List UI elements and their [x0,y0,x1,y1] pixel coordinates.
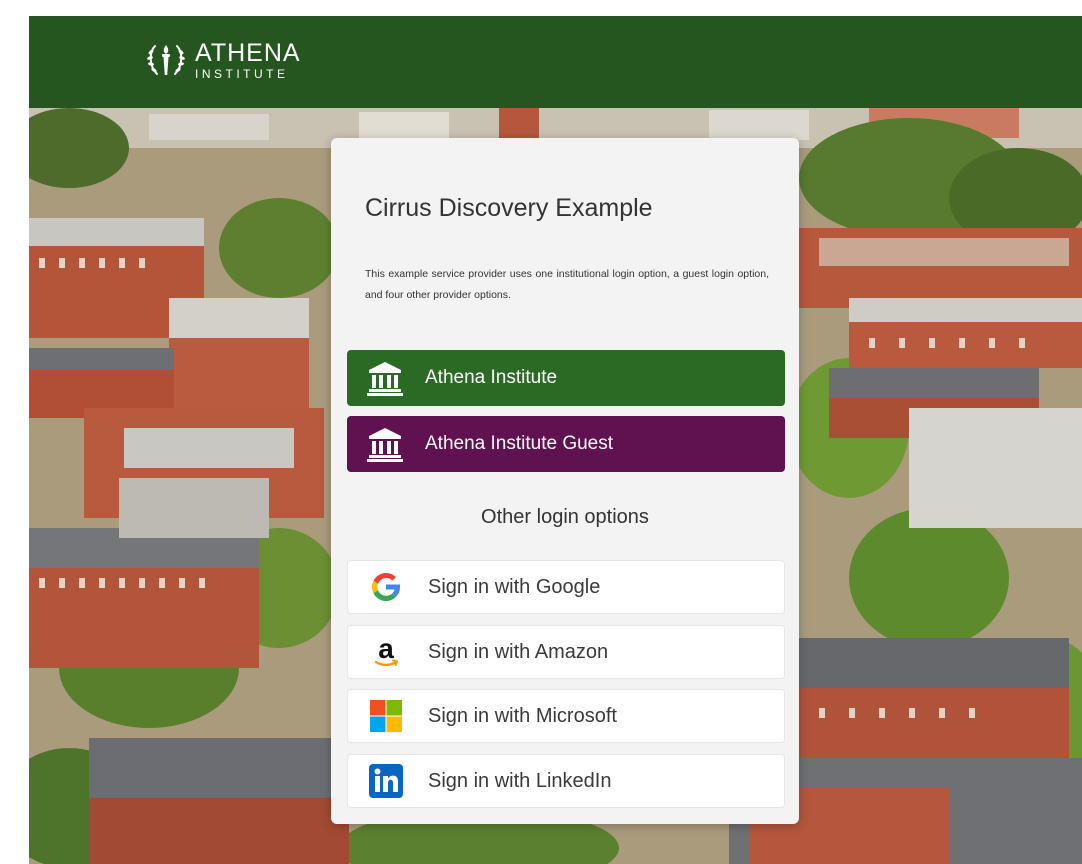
sign-in-amazon-button[interactable]: a Sign in with Amazon [347,625,785,679]
login-card: Cirrus Discovery Example This example se… [331,138,799,824]
google-icon [366,567,406,607]
sign-in-google-label: Sign in with Google [428,575,601,598]
athena-logo[interactable]: ATHENA INSTITUTE [145,36,301,84]
svg-text:a: a [378,634,394,664]
amazon-icon: a [366,632,406,672]
athena-institute-label: Athena Institute [425,367,558,388]
sign-in-google-button[interactable]: Sign in with Google [347,560,785,614]
sign-in-microsoft-label: Sign in with Microsoft [428,704,617,727]
laurel-torch-icon [147,45,185,75]
other-login-options-heading: Other login options [481,506,649,528]
institution-icon [367,428,403,462]
athena-institute-guest-button[interactable]: Athena Institute Guest [347,416,785,472]
card-title: Cirrus Discovery Example [365,194,653,222]
sign-in-amazon-label: Sign in with Amazon [428,640,609,663]
card-description: This example service provider uses one i… [365,268,769,301]
microsoft-icon [366,696,406,736]
institution-icon [367,362,403,396]
site-header: ATHENA INSTITUTE [29,16,1082,108]
athena-institute-button[interactable]: Athena Institute [347,350,785,406]
athena-institute-guest-label: Athena Institute Guest [425,433,614,454]
sign-in-linkedin-button[interactable]: Sign in with LinkedIn [347,754,785,808]
sign-in-linkedin-label: Sign in with LinkedIn [428,769,612,792]
page-frame: ATHENA INSTITUTE Cirrus Discovery Exampl… [29,16,1082,864]
linkedin-icon [366,761,406,801]
logo-title: ATHENA [195,38,301,67]
logo-subtitle: INSTITUTE [195,66,289,81]
sign-in-microsoft-button[interactable]: Sign in with Microsoft [347,689,785,743]
